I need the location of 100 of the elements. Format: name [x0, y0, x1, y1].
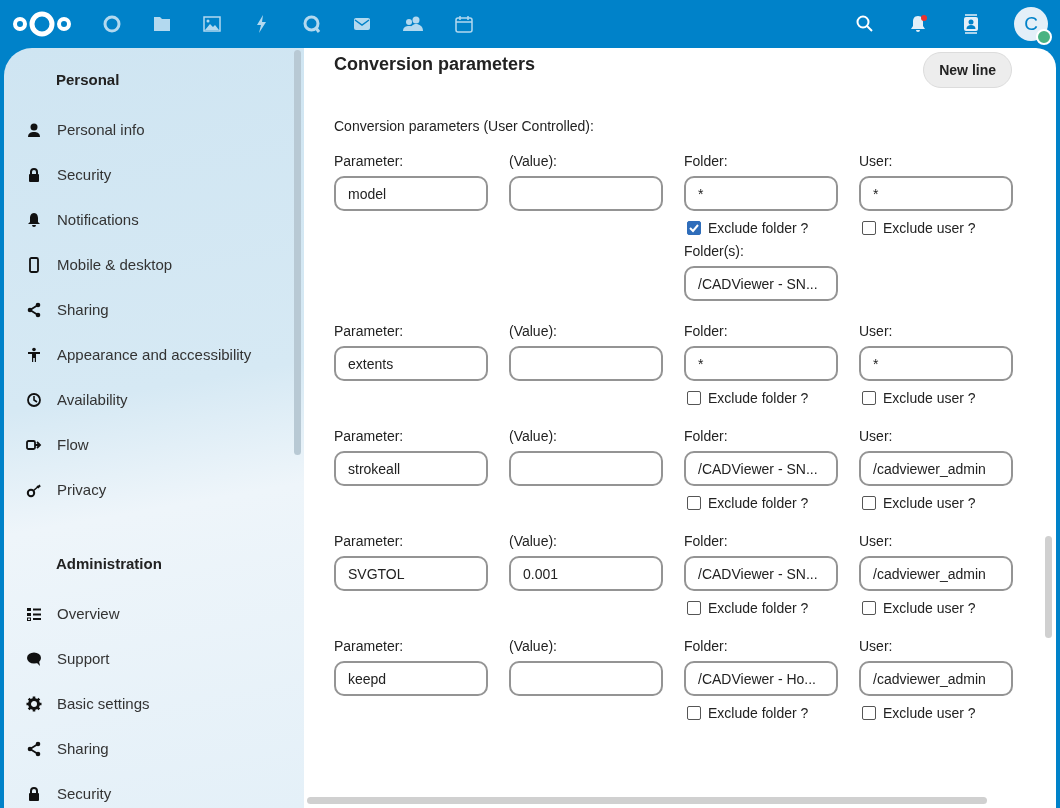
value-field[interactable] [509, 176, 663, 211]
field-label: Parameter: [334, 428, 404, 444]
checkbox[interactable] [862, 496, 876, 510]
checkbox[interactable] [687, 221, 701, 235]
bell-icon[interactable] [908, 14, 928, 34]
field-label: (Value): [509, 638, 557, 654]
folder-icon[interactable] [152, 14, 172, 34]
user-field[interactable]: /cadviewer_admin [859, 556, 1013, 591]
lock-icon [26, 785, 42, 802]
sidebar-item[interactable]: Sharing [4, 726, 119, 771]
sidebar-item[interactable]: Appearance and accessibility [4, 332, 262, 377]
parameter-field[interactable]: model [334, 176, 488, 211]
checkbox-label: Exclude folder ? [708, 220, 809, 236]
checkbox-label: Exclude user ? [883, 220, 976, 236]
scrollbar-thumb[interactable] [1045, 536, 1052, 638]
new-line-button[interactable]: New line [923, 52, 1012, 88]
field-label: Folder: [684, 638, 728, 654]
sidebar-item[interactable]: Support [4, 636, 120, 681]
sidebar-item[interactable]: Flow [4, 422, 99, 467]
field-label: Parameter: [334, 533, 404, 549]
field-label: User: [859, 428, 893, 444]
scrollbar-thumb[interactable] [294, 50, 301, 455]
field-label: (Value): [509, 323, 557, 339]
value-field[interactable] [509, 346, 663, 381]
folder-field[interactable]: * [684, 176, 838, 211]
sidebar-item[interactable]: Mobile & desktop [4, 242, 183, 287]
parameter-field[interactable]: keepd [334, 661, 488, 696]
field-label: Folder: [684, 323, 728, 339]
checkbox[interactable] [687, 496, 701, 510]
value-field[interactable] [509, 451, 663, 486]
parameter-field[interactable]: strokeall [334, 451, 488, 486]
sidebar-item[interactable]: Basic settings [4, 681, 160, 726]
folders-field[interactable]: /CADViewer - SN... [684, 266, 838, 301]
sidebar-item[interactable]: Notifications [4, 197, 149, 242]
checkbox-label: Exclude user ? [883, 390, 976, 406]
checkbox[interactable] [862, 221, 876, 235]
sidebar-item[interactable]: Overview [4, 591, 130, 636]
user-field[interactable]: /cadviewer_admin [859, 661, 1013, 696]
checkbox[interactable] [862, 391, 876, 405]
clock-icon [26, 391, 42, 408]
folder-field[interactable]: * [684, 346, 838, 381]
checkbox-label: Exclude folder ? [708, 495, 809, 511]
checkbox[interactable] [862, 706, 876, 720]
checkbox-label: Exclude user ? [883, 600, 976, 616]
contacts-icon[interactable] [402, 14, 424, 34]
share-icon [26, 301, 42, 318]
sidebar-item[interactable]: Security [4, 771, 122, 808]
user-field[interactable]: * [859, 346, 1013, 381]
circle-icon[interactable] [102, 14, 122, 34]
chat-icon[interactable] [302, 14, 322, 34]
contact-card-icon[interactable] [961, 13, 981, 35]
user-field[interactable]: * [859, 176, 1013, 211]
list-icon [26, 605, 42, 622]
parameter-field[interactable]: extents [334, 346, 488, 381]
field-label: Folder: [684, 428, 728, 444]
checkbox-label: Exclude folder ? [708, 600, 809, 616]
speech-bubble-icon [26, 650, 42, 667]
field-label: (Value): [509, 428, 557, 444]
section-heading: Personal [55, 70, 120, 90]
folder-field[interactable]: /CADViewer - SN... [684, 451, 838, 486]
folder-field[interactable]: /CADViewer - Ho... [684, 661, 838, 696]
checkbox-label: Exclude folder ? [708, 390, 809, 406]
user-avatar[interactable]: C [1014, 7, 1048, 41]
checkbox-label: Exclude user ? [883, 495, 976, 511]
field-label: User: [859, 323, 893, 339]
lock-icon [26, 166, 42, 183]
value-field[interactable] [509, 661, 663, 696]
field-label: Parameter: [334, 323, 404, 339]
checkbox[interactable] [862, 601, 876, 615]
checkbox[interactable] [687, 601, 701, 615]
sidebar-item[interactable]: Availability [4, 377, 138, 422]
checkbox[interactable] [687, 706, 701, 720]
share-icon [26, 740, 42, 757]
field-label: (Value): [509, 533, 557, 549]
logo-icon[interactable] [12, 10, 72, 38]
field-label: User: [859, 533, 893, 549]
value-field[interactable]: 0.001 [509, 556, 663, 591]
checkbox[interactable] [687, 391, 701, 405]
section-title: Conversion parameters [334, 54, 536, 75]
phone-icon [26, 256, 42, 273]
user-field[interactable]: /cadviewer_admin [859, 451, 1013, 486]
parameter-field[interactable]: SVGTOL [334, 556, 488, 591]
image-icon[interactable] [202, 14, 222, 34]
sidebar-item[interactable]: Sharing [4, 287, 119, 332]
field-label: (Value): [509, 153, 557, 169]
search-icon[interactable] [855, 14, 875, 34]
field-label: Parameter: [334, 638, 404, 654]
folder-field[interactable]: /CADViewer - SN... [684, 556, 838, 591]
checkbox-label: Exclude user ? [883, 705, 976, 721]
sidebar-item[interactable]: Personal info [4, 107, 155, 152]
checkbox-label: Exclude folder ? [708, 705, 809, 721]
sidebar-item[interactable]: Privacy [4, 467, 117, 512]
key-icon [26, 481, 42, 498]
field-label: Parameter: [334, 153, 404, 169]
accessibility-icon [26, 346, 42, 363]
scrollbar-thumb[interactable] [307, 797, 987, 804]
gear-icon [26, 695, 42, 712]
sidebar-item[interactable]: Security [4, 152, 122, 197]
calendar-icon[interactable] [454, 14, 474, 34]
field-label: Folder(s): [684, 243, 744, 259]
